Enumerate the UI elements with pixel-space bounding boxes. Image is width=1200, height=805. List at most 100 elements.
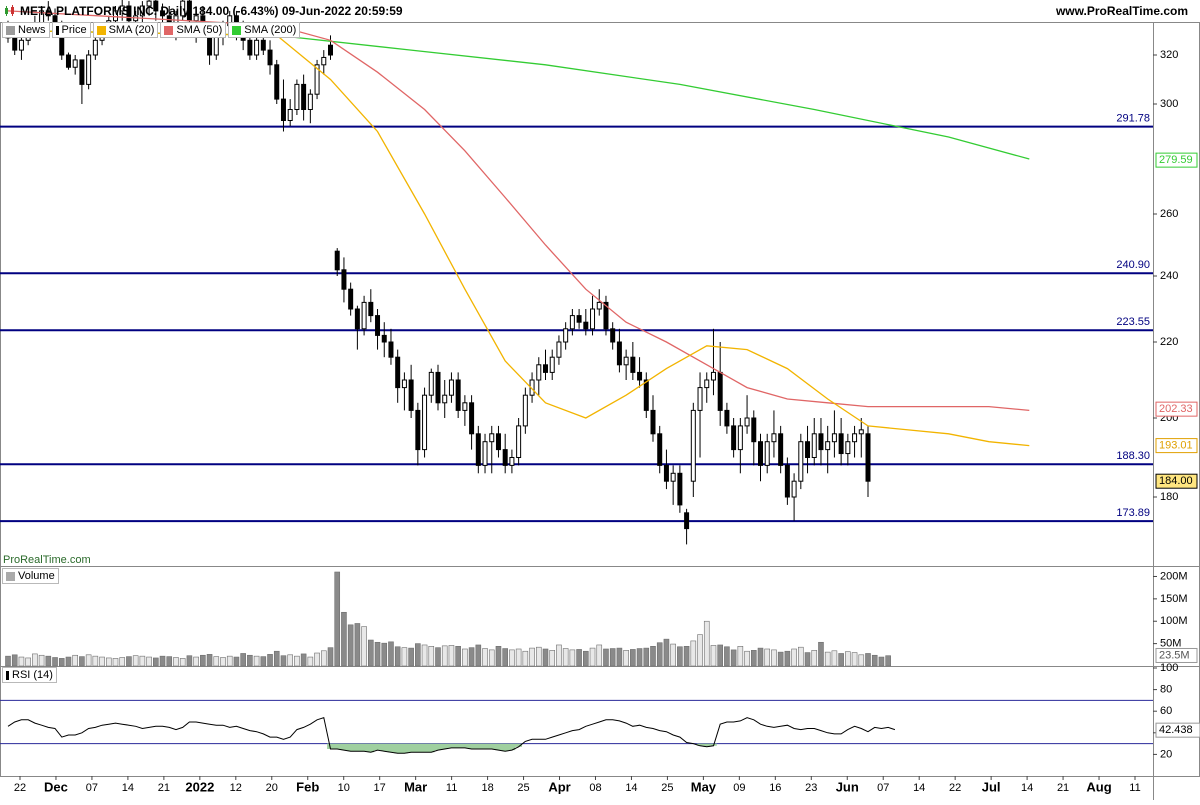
chart-canvas: 291.78240.90223.55188.30173.891802002202…: [0, 0, 1200, 800]
candles-group: [5, 0, 871, 545]
candle-body: [616, 341, 622, 366]
volume-bar: [448, 645, 455, 667]
volume-bar: [193, 656, 199, 667]
volume-bar: [569, 649, 576, 667]
volume-bar: [441, 645, 448, 667]
legend-sma50[interactable]: SMA (50): [160, 22, 227, 38]
legend-sma50-label: SMA (50): [176, 24, 223, 36]
x-tick-label-13: 18: [481, 782, 493, 794]
x-tick-label-16: 08: [589, 782, 601, 794]
price-tick-label-6: 320: [1160, 49, 1178, 61]
rsi-last-value-text: 42.438: [1159, 724, 1193, 736]
candle-body: [825, 441, 831, 451]
volume-bar: [811, 650, 818, 667]
x-tick-label-29: 21: [1057, 782, 1069, 794]
volume-bar: [206, 654, 213, 667]
x-tick-label-2: 07: [86, 782, 98, 794]
candle-body: [247, 39, 253, 56]
volume-bar: [287, 654, 293, 667]
volume-bar: [583, 650, 589, 667]
volume-bar: [226, 655, 233, 667]
volume-bar: [240, 653, 246, 667]
candle-body: [536, 364, 542, 381]
x-tick-label-25: 14: [913, 782, 925, 794]
x-tick-label-1: Dec: [44, 779, 68, 794]
x-tick-label-6: 12: [230, 782, 242, 794]
volume-bar: [777, 651, 784, 667]
news-icon: [6, 25, 15, 35]
volume-bar: [750, 650, 757, 667]
volume-bar: [179, 658, 186, 667]
volume-bar: [18, 656, 25, 667]
volume-bar: [771, 649, 777, 667]
candle-body: [710, 371, 716, 381]
volume-bar: [347, 624, 354, 667]
legend: News Price SMA (20) SMA (50) SMA (200): [2, 22, 301, 38]
candle-body: [657, 433, 663, 466]
candle-body: [328, 44, 333, 56]
candle-body: [865, 433, 871, 482]
volume-bar: [804, 652, 811, 667]
candle-body: [455, 379, 461, 411]
volume-panel-label[interactable]: Volume: [2, 568, 59, 584]
price-tick-label-4: 260: [1160, 208, 1178, 220]
volume-bar: [845, 651, 851, 667]
candle-body: [422, 394, 428, 451]
rsi-label: RSI (14): [12, 669, 53, 681]
legend-price[interactable]: Price: [51, 22, 91, 38]
candle-body: [516, 425, 522, 458]
candle-body: [569, 315, 575, 330]
candle-body: [267, 49, 273, 66]
volume-bar: [757, 647, 764, 667]
legend-sma20[interactable]: SMA (20): [92, 22, 159, 38]
candle-body: [415, 409, 421, 451]
volume-bar: [462, 648, 468, 667]
volume-bar: [320, 650, 327, 667]
candle-body: [375, 315, 381, 336]
volume-bar: [368, 639, 374, 667]
x-tick-label-23: Jun: [836, 779, 859, 794]
volume-bar: [294, 655, 300, 667]
volume-bar: [515, 648, 522, 667]
candle-body: [845, 441, 851, 455]
x-tick-label-14: 25: [517, 782, 529, 794]
price-tick-label-2: 220: [1160, 336, 1178, 348]
sma20-line: [7, 29, 1030, 447]
candle-body: [838, 433, 844, 455]
volume-bar: [562, 648, 569, 667]
volume-bar: [871, 654, 878, 667]
candle-body: [408, 379, 414, 411]
legend-news[interactable]: News: [2, 22, 50, 38]
volume-bar: [280, 655, 287, 667]
rsi-tick-label-0: 20: [1160, 748, 1172, 760]
volume-bar: [730, 649, 737, 667]
candle-body: [590, 308, 596, 330]
x-tick-label-15: Apr: [548, 779, 570, 794]
sma20-last-value-text: 193.01: [1159, 440, 1193, 452]
volume-bar: [139, 655, 146, 667]
volume-bar: [38, 654, 45, 667]
candle-body: [650, 409, 656, 435]
volume-bar: [200, 654, 206, 667]
volume-bar: [300, 653, 307, 667]
volume-bar: [455, 646, 461, 667]
legend-sma200[interactable]: SMA (200): [228, 22, 301, 38]
volume-bar: [556, 644, 562, 667]
candle-body: [401, 379, 407, 389]
site-link[interactable]: www.ProRealTime.com: [1056, 4, 1188, 18]
volume-bar: [314, 652, 320, 667]
volume-bar: [475, 644, 482, 667]
rsi-panel-label[interactable]: RSI (14): [2, 667, 57, 683]
volume-bar: [166, 656, 173, 667]
volume-bar: [670, 643, 676, 667]
x-tick-label-5: 2022: [185, 779, 214, 794]
chart-title: META PLATFORMS INC. Daily 184.00 (-6.43%…: [20, 4, 403, 18]
candle-body: [630, 356, 636, 373]
candle-body: [805, 441, 811, 459]
volume-bars-group: [5, 571, 891, 667]
candle-body: [596, 301, 602, 310]
x-tick-label-31: 11: [1129, 782, 1140, 794]
candle-body: [643, 379, 649, 411]
rsi-line: [7, 717, 896, 754]
volume-bar: [65, 656, 72, 667]
